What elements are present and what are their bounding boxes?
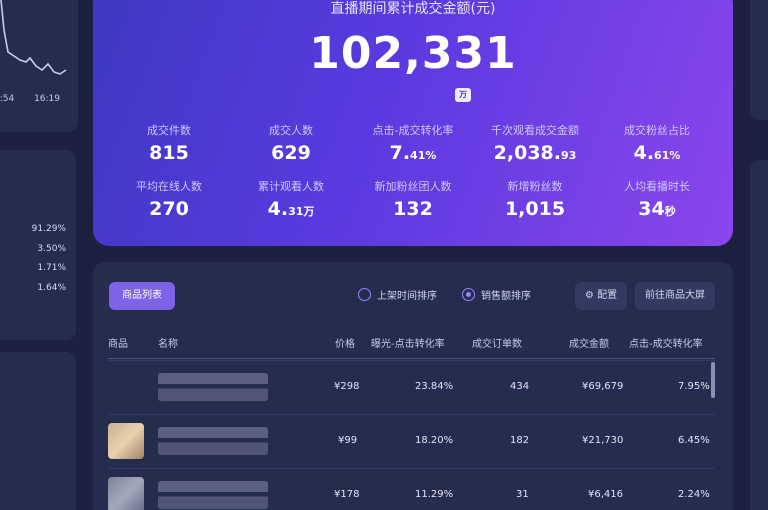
cell-price: ¥99	[338, 435, 358, 446]
goto-product-screen-button[interactable]: 前往商品大屏	[635, 282, 715, 310]
kpi-label: 人均看播时长	[624, 180, 690, 193]
kpi-value: 1,015	[504, 198, 566, 220]
time-label-start: 5:54	[0, 94, 15, 104]
kpi-label: 千次观看成交金额	[491, 124, 579, 137]
hero-title: 直播期间累计成交金额(元)	[330, 1, 496, 17]
col-exposure-click: 曝光-点击转化率	[371, 339, 445, 350]
kpi-value: 2,038.93	[493, 142, 577, 164]
percentage-item: 1.71%	[37, 263, 66, 273]
config-button[interactable]: ⚙ 配置	[575, 282, 627, 310]
time-label-end: 16:19	[34, 94, 60, 104]
trend-time-labels: 5:54 16:19	[0, 94, 60, 104]
trend-panel: 5:54 16:19	[0, 0, 78, 132]
col-orders: 成交订单数	[472, 339, 522, 350]
kpi-row-1: 成交件数 815 成交人数 629 点击-成交转化率 7.41% 千次观看成交金…	[108, 122, 718, 164]
cell-exposure-click: 18.20%	[415, 435, 454, 446]
kpi-orders: 成交件数 815	[108, 122, 230, 164]
percentage-item: 91.29%	[31, 224, 66, 234]
kpi-avg-online: 平均在线人数 270	[108, 178, 230, 220]
radio-circle-selected-icon	[462, 288, 475, 301]
distribution-panel: 91.29% 3.50% 1.71% 1.64%	[0, 150, 76, 340]
product-thumbnail	[108, 477, 144, 510]
radio-circle-icon	[358, 288, 371, 301]
kpi-new-followers: 新增粉丝数 1,015	[474, 178, 596, 220]
kpi-new-fan-club: 新加粉丝团人数 132	[352, 178, 474, 220]
kpi-value: 270	[149, 198, 189, 220]
kpi-label: 新增粉丝数	[507, 180, 563, 193]
cell-click-deal: 6.45%	[678, 435, 710, 446]
trend-mini-chart	[0, 0, 67, 75]
kpi-value: 34秒	[638, 198, 676, 220]
hero-total-value: 102,331	[309, 28, 517, 79]
kpi-label: 成交件数	[147, 124, 191, 137]
kpi-value: 132	[393, 198, 433, 220]
kpi-fan-share: 成交粉丝占比 4.61%	[596, 122, 718, 164]
left-bottom-panel	[0, 352, 76, 510]
cell-click-deal: 7.95%	[678, 381, 710, 392]
kpi-value: 815	[149, 142, 189, 164]
kpi-row-2: 平均在线人数 270 累计观看人数 4.31万 新加粉丝团人数 132 新增粉丝…	[108, 178, 718, 220]
kpi-label: 点击-成交转化率	[372, 124, 454, 137]
right-bottom-panel	[750, 160, 768, 510]
cell-click-deal: 2.24%	[678, 489, 710, 500]
percentage-item: 1.64%	[37, 282, 66, 293]
product-name-blurred	[158, 481, 268, 509]
cell-orders: 31	[516, 489, 529, 500]
kpi-click-conversion: 点击-成交转化率 7.41%	[352, 122, 474, 164]
percentage-list: 91.29% 3.50% 1.71% 1.64%	[0, 220, 66, 298]
radio-label: 上架时间排序	[377, 291, 437, 302]
product-thumbnail	[108, 423, 144, 459]
tab-product-list[interactable]: 商品列表	[109, 282, 175, 310]
kpi-label: 平均在线人数	[136, 180, 202, 193]
cell-price: ¥298	[334, 381, 360, 392]
cell-orders: 182	[510, 435, 530, 446]
header-divider	[108, 358, 715, 359]
table-row[interactable]: ¥99 18.20% 182 ¥21,730 6.45%	[108, 414, 715, 466]
kpi-value: 629	[271, 142, 311, 164]
col-click-deal: 点击-成交转化率	[629, 339, 703, 350]
kpi-buyers: 成交人数 629	[230, 122, 352, 164]
col-name: 名称	[158, 339, 178, 350]
product-name-blurred	[158, 373, 268, 401]
gmv-hero-card: 直播期间累计成交金额(元) 102,331 万 成交件数 815 成交人数 62…	[93, 0, 733, 246]
cell-orders: 434	[510, 381, 530, 392]
cell-amount: ¥69,679	[582, 381, 624, 392]
kpi-label: 成交粉丝占比	[624, 124, 690, 137]
table-row[interactable]: ¥298 23.84% 434 ¥69,679 7.95%	[108, 360, 715, 412]
table-row[interactable]: ¥178 11.29% 31 ¥6,416 2.24%	[108, 468, 715, 510]
table-scrollbar[interactable]	[711, 362, 715, 398]
sort-by-sales-radio[interactable]: 销售额排序	[462, 287, 531, 302]
product-list-panel: 商品列表 上架时间排序 销售额排序 ⚙ 配置 前往商品大屏 商品 名称 价格 曝…	[93, 262, 733, 510]
sort-by-listing-time-radio[interactable]: 上架时间排序	[358, 287, 437, 302]
kpi-value: 4.61%	[633, 142, 681, 164]
col-price: 价格	[335, 339, 355, 350]
right-top-panel	[750, 0, 768, 120]
cell-price: ¥178	[334, 489, 360, 500]
product-name-blurred	[158, 427, 268, 455]
percentage-item: 3.50%	[37, 243, 66, 254]
col-amount: 成交金额	[569, 339, 609, 350]
kpi-label: 累计观看人数	[258, 180, 324, 193]
kpi-label: 成交人数	[269, 124, 313, 137]
kpi-total-viewers: 累计观看人数 4.31万	[230, 178, 352, 220]
cell-amount: ¥6,416	[588, 489, 623, 500]
kpi-value: 7.41%	[389, 142, 437, 164]
table-header: 商品 名称 价格 曝光-点击转化率 成交订单数 成交金额 点击-成交转化率	[108, 335, 715, 353]
kpi-gpm: 千次观看成交金额 2,038.93	[474, 122, 596, 164]
cell-exposure-click: 23.84%	[415, 381, 454, 392]
hero-unit-badge: 万	[455, 88, 471, 102]
cell-exposure-click: 11.29%	[415, 489, 454, 500]
col-product: 商品	[108, 339, 128, 350]
kpi-value: 4.31万	[267, 198, 315, 220]
kpi-label: 新加粉丝团人数	[374, 180, 452, 193]
kpi-avg-watch-time: 人均看播时长 34秒	[596, 178, 718, 220]
radio-label: 销售额排序	[481, 291, 531, 302]
cell-amount: ¥21,730	[582, 435, 624, 446]
